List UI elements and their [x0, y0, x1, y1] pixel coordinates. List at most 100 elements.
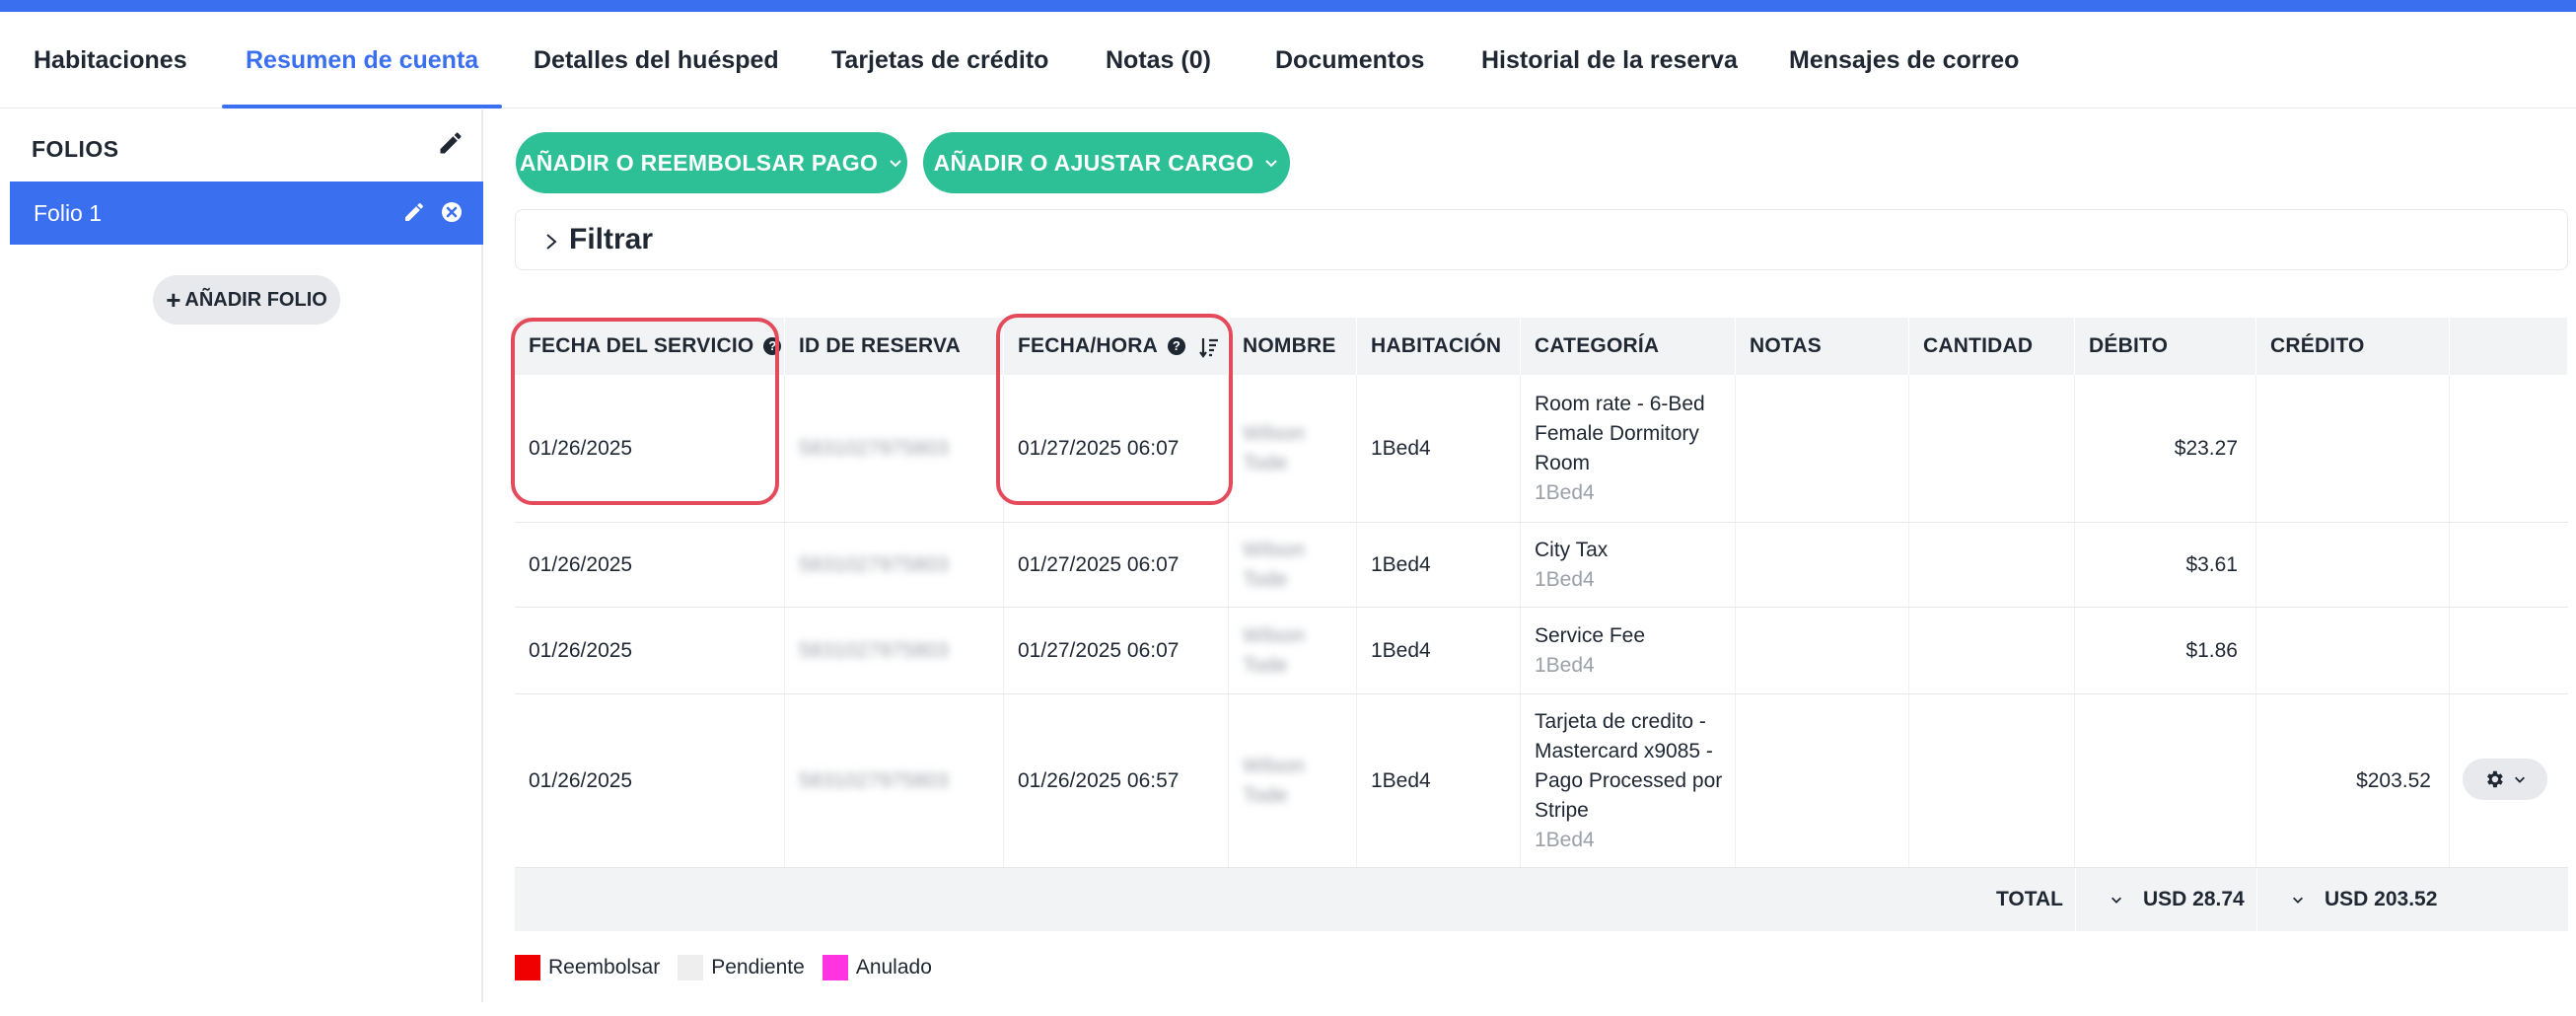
folio-item[interactable]: Folio 1 [10, 181, 483, 245]
total-credit-toggle[interactable]: USD 203.52 [2256, 868, 2450, 931]
add-adjust-charge-button[interactable]: AÑADIR O AJUSTAR CARGO [923, 132, 1290, 193]
cell-category: Room rate - 6-Bed Female Dormitory Room 1Be… [1521, 375, 1736, 522]
totals-row: TOTAL USD 28.74 USD 203.52 [515, 868, 2568, 931]
status-legend: Reembolsar Pendiente Anulado [515, 955, 950, 980]
total-debit-value: USD 28.74 [2143, 888, 2245, 910]
edit-folio-icon[interactable] [402, 200, 426, 224]
cell-quantity [1909, 608, 2075, 693]
col-reservation-id[interactable]: ID DE RESERVA [785, 318, 1004, 375]
col-actions [2450, 318, 2568, 375]
chevron-down-icon [2111, 897, 2121, 904]
filter-label: Filtrar [569, 223, 654, 255]
cell-service-date: 01/26/2025 [515, 694, 785, 867]
table-row[interactable]: 01/26/2025 5831027975803 01/27/2025 06:0… [515, 608, 2568, 694]
cell-reservation-id[interactable]: 5831027975803 [785, 375, 1004, 522]
col-room[interactable]: HABITACIÓN [1357, 318, 1521, 375]
cell-name[interactable]: Wilson Tode [1229, 523, 1357, 607]
cell-reservation-id[interactable]: 5831027975803 [785, 608, 1004, 693]
refund-swatch [515, 955, 540, 980]
cell-debit: $3.61 [2075, 523, 2256, 607]
cell-room: 1Bed4 [1357, 375, 1521, 522]
cell-category: Service Fee 1Bed4 [1521, 608, 1736, 693]
col-reservation-id-label: ID DE RESERVA [799, 334, 962, 357]
cell-datetime: 01/26/2025 06:57 [1004, 694, 1229, 867]
cell-datetime: 01/27/2025 06:07 [1004, 523, 1229, 607]
col-quantity-label: CANTIDAD [1923, 334, 2034, 357]
table-row[interactable]: 01/26/2025 5831027975803 01/26/2025 06:5… [515, 694, 2568, 868]
voided-swatch [822, 955, 848, 980]
cell-credit [2256, 523, 2450, 607]
tab-historial-de-la-reserva[interactable]: Historial de la reserva [1458, 12, 1761, 109]
tab-resumen-de-cuenta[interactable]: Resumen de cuenta [222, 12, 503, 109]
legend-refund: Reembolsar [515, 955, 660, 980]
cell-reservation-id[interactable]: 5831027975803 [785, 694, 1004, 867]
tab-habitaciones[interactable]: Habitaciones [10, 12, 211, 109]
reservation-id-value: 5831027975803 [799, 638, 949, 662]
reservation-id-value: 5831027975803 [799, 436, 949, 460]
close-circle-icon[interactable] [440, 200, 464, 224]
cell-name[interactable]: Wilson Tode [1229, 694, 1357, 867]
cell-credit [2256, 375, 2450, 522]
table-row[interactable]: 01/26/2025 5831027975803 01/27/2025 06:0… [515, 523, 2568, 608]
table-row[interactable]: 01/26/2025 5831027975803 01/27/2025 06:0… [515, 375, 2568, 523]
highlight-service-date [511, 318, 779, 505]
col-name-label: NOMBRE [1243, 334, 1336, 357]
add-adjust-charge-label: AÑADIR O AJUSTAR CARGO [933, 149, 1254, 176]
col-category[interactable]: CATEGORÍA [1521, 318, 1736, 375]
tab-notas[interactable]: Notas (0) [1082, 12, 1235, 109]
add-refund-payment-button[interactable]: AÑADIR O REEMBOLSAR PAGO [516, 132, 907, 193]
cell-category: Tarjeta de credito - Mastercard x9085 - Pa… [1521, 694, 1736, 867]
cell-credit [2256, 608, 2450, 693]
chevron-down-icon [1265, 160, 1278, 168]
top-accent-bar [0, 0, 2576, 12]
guest-name: Wilson Tode [1243, 623, 1306, 677]
cell-quantity [1909, 523, 2075, 607]
tab-documentos[interactable]: Documentos [1252, 12, 1448, 109]
total-debit-toggle[interactable]: USD 28.74 [2075, 868, 2256, 931]
col-room-label: HABITACIÓN [1371, 334, 1502, 357]
add-folio-label: AÑADIR FOLIO [184, 288, 327, 311]
pencil-icon[interactable] [437, 129, 465, 157]
cell-name[interactable]: Wilson Tode [1229, 375, 1357, 522]
cell-notes [1736, 375, 1909, 522]
cell-room: 1Bed4 [1357, 523, 1521, 607]
tab-mensajes-de-correo[interactable]: Mensajes de correo [1765, 12, 2042, 109]
tab-detalles-del-huesped[interactable]: Detalles del huésped [510, 12, 803, 109]
total-credit-value: USD 203.52 [2325, 888, 2438, 910]
cell-debit: $23.27 [2075, 375, 2256, 522]
guest-name: Wilson Tode [1243, 538, 1306, 591]
add-folio-button[interactable]: + AÑADIR FOLIO [153, 275, 340, 325]
reservation-id-value: 5831027975803 [799, 552, 949, 576]
col-name[interactable]: NOMBRE [1229, 318, 1357, 375]
cell-name[interactable]: Wilson Tode [1229, 608, 1357, 693]
col-debit[interactable]: DÉBITO [2075, 318, 2256, 375]
cell-room: 1Bed4 [1357, 694, 1521, 867]
pending-swatch [678, 955, 704, 980]
folios-title: FOLIOS [32, 136, 119, 162]
gear-icon [2487, 770, 2503, 788]
col-notes-label: NOTAS [1750, 334, 1822, 357]
cell-reservation-id[interactable]: 5831027975803 [785, 523, 1004, 607]
chevron-down-icon [2515, 776, 2525, 783]
cell-category: City Tax 1Bed4 [1521, 523, 1736, 607]
col-notes[interactable]: NOTAS [1736, 318, 1909, 375]
tab-bar: Habitaciones Resumen de cuenta Detalles … [0, 12, 2576, 109]
total-label: TOTAL [1995, 888, 2063, 910]
folios-sidebar: FOLIOS Folio 1 + AÑADIR FOLIO [0, 109, 483, 1002]
col-credit[interactable]: CRÉDITO [2256, 318, 2450, 375]
cell-quantity [1909, 694, 2075, 867]
chevron-down-icon [2293, 897, 2303, 904]
add-refund-payment-label: AÑADIR O REEMBOLSAR PAGO [519, 149, 879, 176]
cell-service-date: 01/26/2025 [515, 523, 785, 607]
tab-tarjetas-de-credito[interactable]: Tarjetas de crédito [808, 12, 1072, 109]
guest-name: Wilson Tode [1243, 754, 1306, 807]
legend-voided: Anulado [822, 955, 932, 980]
col-quantity[interactable]: CANTIDAD [1909, 318, 2075, 375]
highlight-datetime [996, 314, 1233, 505]
legend-pending: Pendiente [678, 955, 805, 980]
row-actions-button[interactable] [2463, 759, 2547, 800]
col-debit-label: DÉBITO [2089, 334, 2169, 357]
filter-panel-toggle[interactable]: Filtrar [515, 209, 2568, 270]
cell-datetime: 01/27/2025 06:07 [1004, 608, 1229, 693]
reservation-id-value: 5831027975803 [799, 768, 949, 792]
